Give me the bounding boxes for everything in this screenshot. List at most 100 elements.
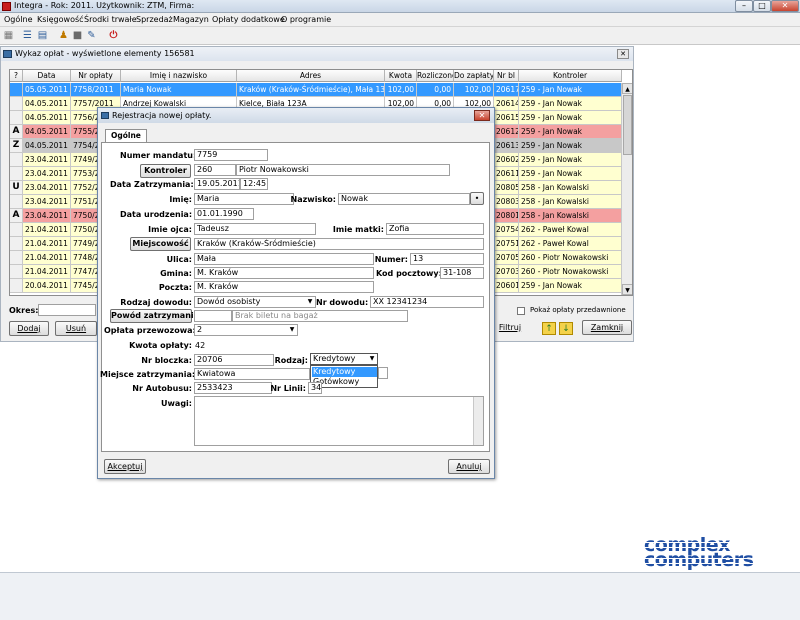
toolbar-grid-icon[interactable]: ▤ [37,30,48,41]
powod-zatrzymania-code-input[interactable] [194,310,232,322]
imie-input[interactable]: Maria [194,193,294,205]
close-list-button[interactable]: Zamknij [582,320,632,335]
scroll-thumb[interactable] [623,95,632,155]
toolbar-list-icon[interactable]: ☰ [22,30,33,41]
cell-kontroler: 259 - Jan Nowak [519,153,622,167]
show-overdue-checkbox[interactable] [517,307,525,315]
rodzaj-dowodu-label: Rodzaj dowodu: [120,298,192,307]
tab-ogolne[interactable]: Ogólne [105,129,147,143]
column-header-rozl[interactable]: Rozliczono [417,70,454,82]
cell-bl: 20805 [494,181,519,195]
move-up-icon[interactable]: ↑ [542,322,556,335]
chevron-down-icon[interactable]: ▼ [367,354,377,364]
column-header-date[interactable]: Data [23,70,71,82]
ulica-input[interactable]: Mała [194,253,374,265]
filter-button[interactable]: Filtruj [496,321,524,336]
cell-flag [10,279,23,293]
kontroler-button-label: Kontroler [144,166,187,175]
godzina-zatrzymania-input[interactable]: 12:45 [240,178,268,190]
column-header-kontroler[interactable]: Kontroler [519,70,622,82]
imie-ojca-input[interactable]: Tadeusz [194,223,316,235]
toolbar-tools-icon[interactable]: ✎ [86,30,97,41]
scroll-up-icon[interactable]: ▲ [622,83,632,94]
gmina-input[interactable]: M. Kraków [194,267,374,279]
cell-bl: 20602 [494,153,519,167]
nr-linii-input[interactable]: 34 [308,382,322,394]
numer-mandatu-input[interactable]: 7759 [194,149,268,161]
column-header-flag[interactable]: ? [10,70,23,82]
gmina-label: Gmina: [160,269,192,278]
menu-magazyn[interactable]: Magazyn [173,15,209,24]
uwagi-textarea[interactable] [194,396,484,446]
more-icon: • [474,194,480,203]
menu-oplaty-dodatkowe[interactable]: Opłaty dodatkowe [212,15,285,24]
accept-button[interactable]: Akceptuj [104,459,146,474]
column-header-dozap[interactable]: Do zapłaty [454,70,494,82]
menu-srodki-trwale[interactable]: Środki trwałe [84,15,137,24]
numer-input[interactable]: 13 [410,253,484,265]
maximize-button[interactable]: □ [753,0,771,12]
add-fee-button-label: Dodaj [17,324,41,333]
menu-ogolne[interactable]: Ogólne [4,15,32,24]
toolbar-users-icon[interactable]: ♟ [58,30,69,41]
cell-flag [10,97,23,111]
cell-date: 04.05.2011 [23,97,71,111]
column-header-kwota[interactable]: Kwota [385,70,417,82]
nr-bloczka-label: Nr bloczka: [141,356,192,365]
company-logo: complex computers [644,536,796,570]
toolbar-lock-icon[interactable]: ■ [72,30,83,41]
menu-o-programie[interactable]: O programie [281,15,331,24]
rodzaj-dowodu-select[interactable]: Dowód osobisty [194,296,316,308]
move-down-icon[interactable]: ↓ [559,322,573,335]
toolbar-settings-icon[interactable]: ▦ [3,30,14,41]
data-zatrzymania-input[interactable]: 19.05.2011 [194,178,240,190]
cell-bl: 20601 [494,279,519,293]
oplata-przewozowa-select[interactable]: 2 [194,324,298,336]
powod-zatrzymania-input[interactable]: Brak biletu na bagaż [232,310,408,322]
fees-list-close-button[interactable]: ✕ [617,49,629,59]
column-header-addr[interactable]: Adres [237,70,385,82]
close-app-button[interactable]: ✕ [771,0,799,12]
add-fee-button[interactable]: Dodaj [9,321,49,336]
okres-input[interactable] [38,304,96,316]
nr-autobusu-input[interactable]: 2533423 [194,382,272,394]
kontroler-button[interactable]: Kontroler [140,164,191,178]
imie-matki-input[interactable]: Zofia [386,223,484,235]
cell-kontroler: 259 - Jan Nowak [519,167,622,181]
remove-fee-button[interactable]: Usuń [55,321,97,336]
nr-bloczka-input[interactable]: 20706 [194,354,274,366]
miejsce-zatrzymania-input[interactable]: Kwiatowa [194,368,310,380]
kod-pocztowy-input[interactable]: 31-108 [440,267,484,279]
menu-ksiegowosc[interactable]: Księgowość [37,15,84,24]
poczta-input[interactable]: M. Kraków [194,281,374,293]
dialog-close-button[interactable]: ✕ [474,110,490,121]
chevron-down-icon[interactable]: ▼ [305,297,315,307]
miejscowosc-button[interactable]: Miejscowość [130,237,191,251]
minimize-button[interactable]: – [735,0,753,12]
kontroler-id-input[interactable]: 260 [194,164,236,176]
powod-zatrzymania-button[interactable]: Powód zatrzymania [110,309,199,323]
miejscowosc-input[interactable]: Kraków (Kraków-Śródmieście) [194,238,484,250]
table-row[interactable]: 05.05.2011 7758/2011 Maria Nowak Kraków (Kr… [10,83,622,97]
data-urodzenia-input[interactable]: 01.01.1990 [194,208,254,220]
rodzaj-option-kredytowy[interactable]: Kredytowy [312,367,377,377]
nazwisko-input[interactable]: Nowak [338,193,470,205]
kontroler-name-input[interactable]: Piotr Nowakowski [236,164,450,176]
kwota-oplaty-label: Kwota opłaty: [129,341,192,350]
column-header-nr[interactable]: Nr opłaty [71,70,121,82]
scroll-down-icon[interactable]: ▼ [622,284,632,295]
column-header-bl[interactable]: Nr bl [494,70,519,82]
imie-ojca-label: Imie ojca: [148,225,192,234]
cell-flag [10,167,23,181]
uwagi-scrollbar[interactable] [473,397,483,445]
column-header-name[interactable]: Imię i nazwisko [121,70,237,82]
rodzaj-value: Kredytowy [313,354,356,363]
nazwisko-lookup-button[interactable]: • [470,192,484,205]
fees-table-scrollbar[interactable]: ▲ ▼ [621,83,632,295]
nr-dowodu-input[interactable]: XX 12341234 [370,296,484,308]
nazwisko-label: Nazwisko: [290,195,336,204]
toolbar-power-icon[interactable]: ⏻ [108,30,119,41]
menu-sprzedaz[interactable]: Sprzedaż [136,15,173,24]
chevron-down-icon[interactable]: ▼ [287,325,297,335]
cancel-button[interactable]: Anuluj [448,459,490,474]
